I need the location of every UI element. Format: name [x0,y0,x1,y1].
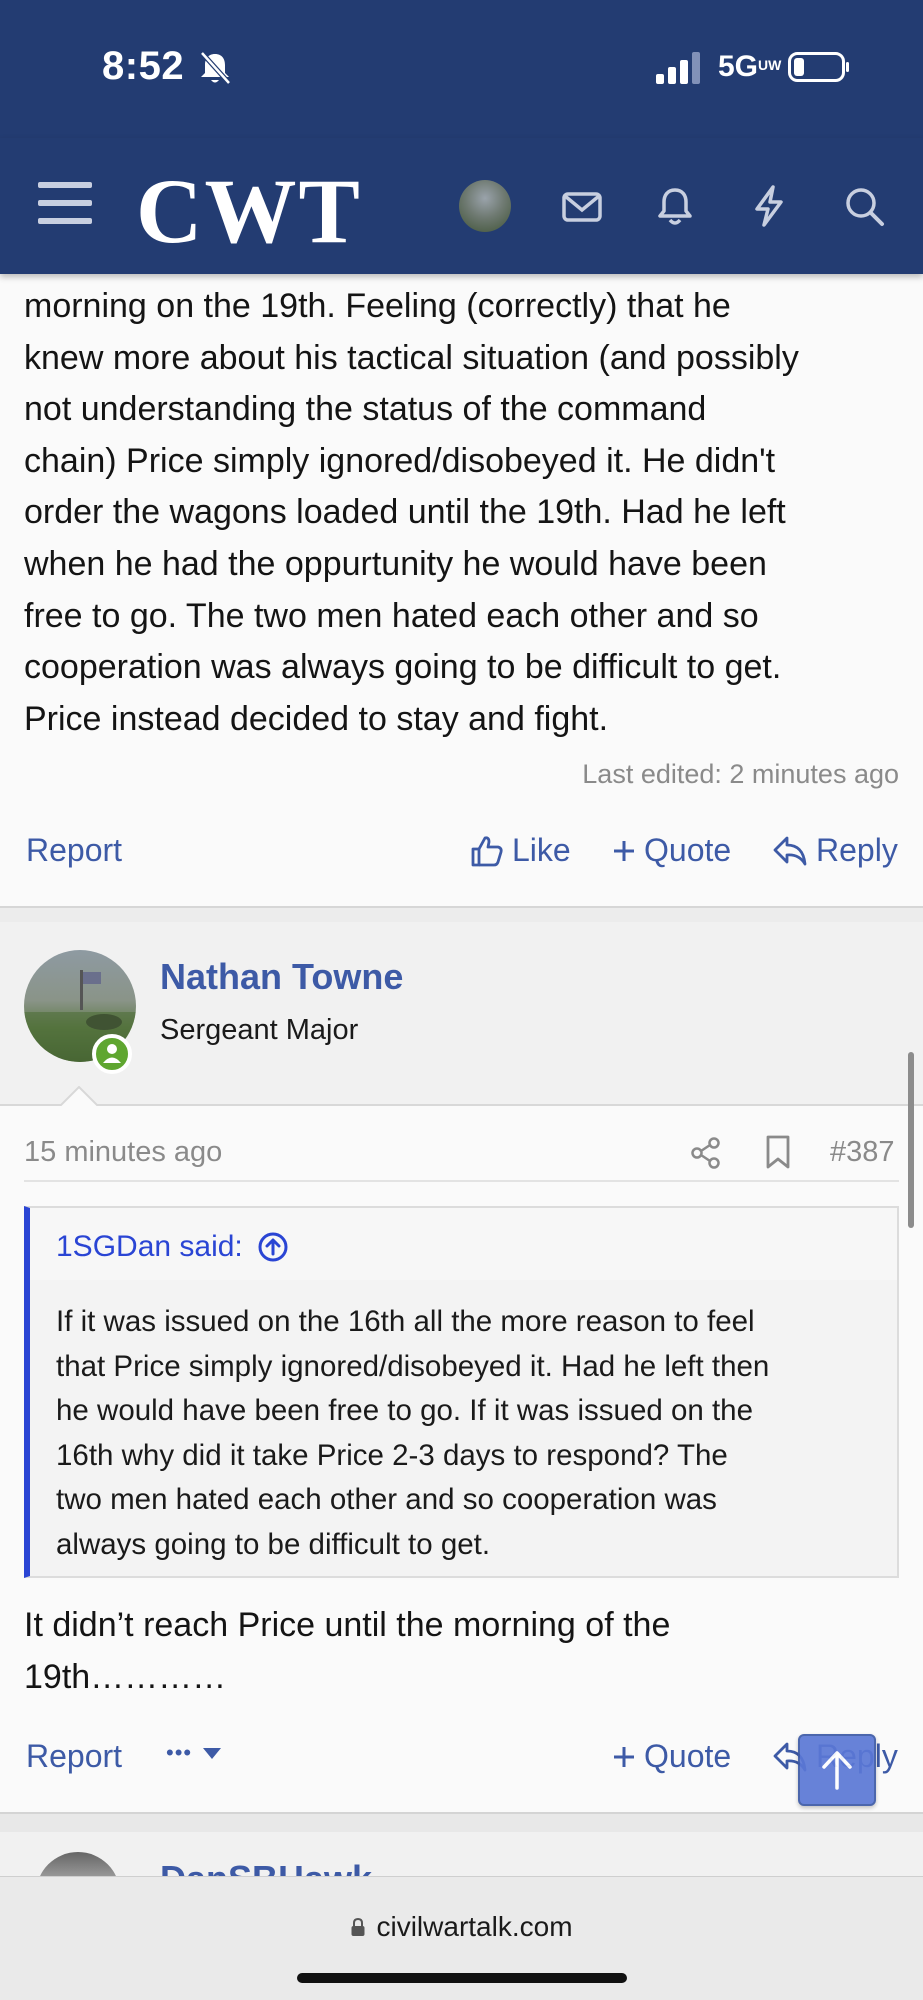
username-link[interactable]: DanSBHawk [160,1858,372,1876]
post-line: morning on the 19th. Feeling (correctly)… [24,287,731,325]
plus-icon [614,1746,634,1767]
quote-line: 16th why did it take Price 2-3 days to r… [56,1438,728,1472]
next-post-user-block: DanSBHawk [0,1832,923,1876]
post-body: morning on the 19th. Feeling (correctly)… [24,281,904,745]
post-divider [0,1812,923,1832]
report-button[interactable]: Report [26,1738,122,1775]
quote-line: two men hated each other and so cooperat… [56,1483,717,1516]
site-logo[interactable]: CWT [136,158,362,264]
quote-text: If it was issued on the 16th all the mor… [56,1300,876,1567]
quote-button[interactable]: Quote [612,1738,731,1775]
quote-author-link[interactable]: 1SGDan said: [56,1230,289,1264]
like-button[interactable]: Like [470,832,571,869]
post-line: 19th………… [24,1657,227,1696]
lock-icon [351,1917,365,1936]
address-bar[interactable]: civilwartalk.com [0,1911,923,1943]
plus-icon [614,840,634,861]
quote-header: 1SGDan said: [30,1208,897,1280]
more-options-button[interactable]: ••• [166,1740,222,1766]
report-button[interactable]: Report [26,832,122,869]
post-line: It didn’t reach Price until the morning … [24,1606,671,1644]
quote-line: that Price simply ignored/disobeyed it. … [56,1349,770,1383]
quote-button[interactable]: Quote [612,832,731,869]
online-status-icon [92,1034,132,1074]
post-body: It didn’t reach Price until the morning … [24,1600,904,1703]
user-avatar[interactable] [36,1852,120,1876]
user-title: Sergeant Major [160,1014,359,1046]
post-line: when he had the oppurtunity he would hav… [24,544,767,583]
post-line: not understanding the status of the comm… [24,390,707,429]
quote-block: 1SGDan said: If it was issued on the 16t… [24,1206,899,1578]
post-line: Price instead decided to stay and fight. [24,699,609,738]
status-time: 8:52 [102,44,185,88]
last-edited: Last edited: 2 minutes ago [582,759,899,789]
post-line: order the wagons loaded until the 19th. … [24,493,786,532]
battery-icon [788,52,849,82]
post-line: knew more about his tactical situation (… [24,338,799,377]
quote-line: If it was issued on the 16th all the mor… [56,1305,755,1338]
thumbs-up-icon [471,835,503,866]
bell-off-icon [200,51,231,85]
caret-down-icon [203,1748,222,1759]
reply-icon [773,836,807,865]
home-indicator[interactable] [297,1973,627,1983]
arrow-up-circle-icon[interactable] [257,1231,289,1263]
post-line: free to go. The two men hated each other… [24,596,759,635]
post-pointer [58,1086,100,1108]
network-label: 5GUW [718,50,782,83]
share-icon[interactable] [690,1136,722,1170]
post-number[interactable]: #387 [830,1136,895,1169]
browser-bottom-bar: civilwartalk.com [0,1876,923,2000]
scroll-to-top-button[interactable] [798,1734,876,1806]
signal-icon [656,52,700,84]
bookmark-icon[interactable] [764,1134,792,1170]
status-bar: 8:52 5GUW [0,0,923,138]
quote-line: he would have been free to go. If it was… [56,1394,753,1427]
more-dots: ••• [166,1740,193,1765]
post-user-block: Nathan Towne Sergeant Major [0,922,923,1106]
scrollbar[interactable] [908,1052,914,1228]
arrow-up-icon [822,1751,852,1790]
menu-icon[interactable] [38,180,92,226]
post-line: cooperation was always going to be diffi… [24,648,782,687]
meta-divider [24,1180,899,1182]
post-timestamp[interactable]: 15 minutes ago [24,1136,222,1169]
bell-icon[interactable] [651,182,699,230]
quote-line: always going to be difficult to get. [56,1527,491,1561]
site-header: CWT [0,138,923,274]
search-icon[interactable] [840,182,888,230]
url-text: civilwartalk.com [376,1911,573,1942]
username-link[interactable]: Nathan Towne [160,956,403,998]
post-line: chain) Price simply ignored/disobeyed it… [24,441,776,480]
inbox-icon[interactable] [558,182,606,230]
lightning-icon[interactable] [745,182,793,230]
user-avatar[interactable] [459,180,511,232]
reply-button[interactable]: Reply [772,832,898,869]
